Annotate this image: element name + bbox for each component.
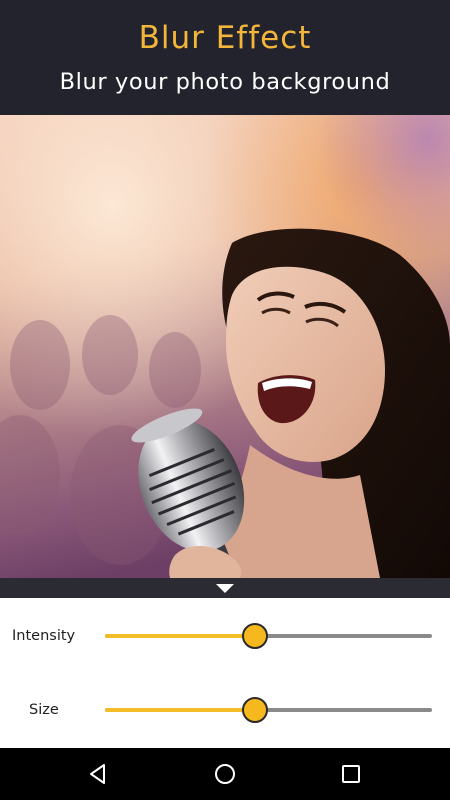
intensity-slider-fill bbox=[105, 634, 256, 638]
intensity-slider[interactable] bbox=[105, 623, 432, 649]
size-slider-thumb[interactable] bbox=[242, 697, 269, 723]
back-icon bbox=[90, 764, 105, 784]
page-title: Blur Effect bbox=[138, 20, 312, 56]
size-label: Size bbox=[29, 702, 59, 718]
recents-button[interactable] bbox=[337, 760, 365, 788]
photo-image bbox=[0, 115, 450, 578]
chevron-down-icon[interactable] bbox=[216, 584, 234, 593]
header: Blur Effect Blur your photo background bbox=[0, 0, 450, 115]
size-slider[interactable] bbox=[105, 697, 432, 723]
home-icon bbox=[215, 764, 235, 784]
photo-preview[interactable] bbox=[0, 115, 450, 578]
size-slider-row: Size bbox=[0, 690, 450, 730]
intensity-slider-thumb[interactable] bbox=[242, 623, 269, 649]
home-button[interactable] bbox=[211, 760, 239, 788]
intensity-slider-row: Intensity bbox=[0, 616, 450, 656]
intensity-label: Intensity bbox=[12, 628, 76, 644]
recents-icon bbox=[342, 765, 360, 783]
blur-controls: Intensity Size bbox=[0, 598, 450, 748]
back-button[interactable] bbox=[84, 760, 112, 788]
app-screen: Blur Effect Blur your photo background I… bbox=[0, 0, 450, 800]
system-nav-bar bbox=[0, 748, 450, 800]
page-subtitle: Blur your photo background bbox=[59, 69, 391, 95]
size-slider-fill bbox=[105, 708, 256, 712]
collapse-bar[interactable] bbox=[0, 578, 450, 598]
